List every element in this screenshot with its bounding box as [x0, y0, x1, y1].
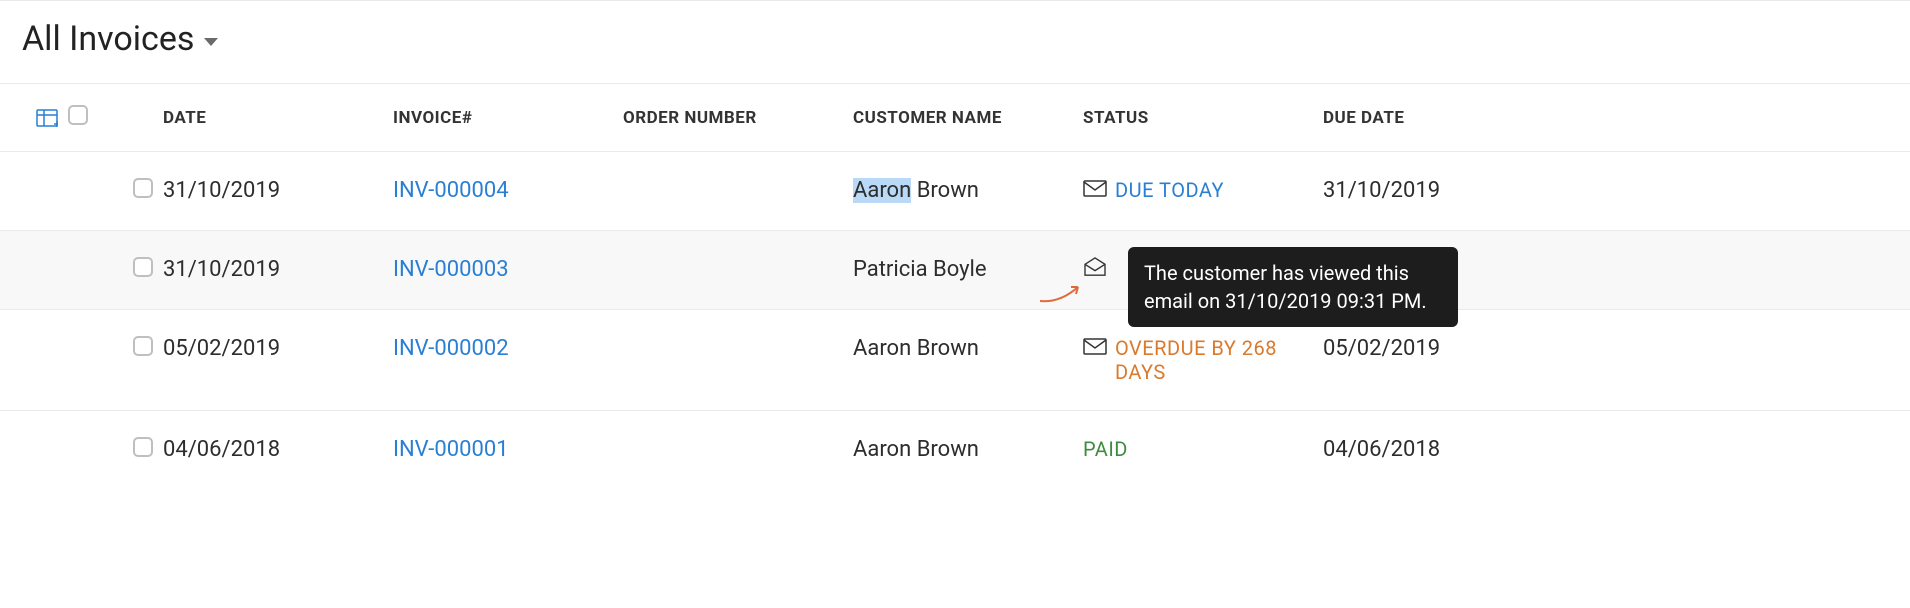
status-cell: OVERDUE BY 268 DAYS [1083, 336, 1313, 384]
cell-order [623, 231, 853, 310]
columns-icon [36, 109, 58, 127]
email-viewed-tooltip: The customer has viewed this email on 31… [1128, 247, 1458, 327]
col-due[interactable]: DUE DATE [1323, 84, 1910, 152]
table-row[interactable]: 04/06/2018 INV-000001 Aaron Brown PAID 0… [0, 411, 1910, 490]
cell-date: 31/10/2019 [163, 152, 393, 231]
col-date[interactable]: DATE [163, 84, 393, 152]
row-checkbox[interactable] [133, 178, 153, 198]
col-order[interactable]: ORDER NUMBER [623, 84, 853, 152]
status-cell: The customer has viewed this email on 31… [1083, 257, 1313, 277]
status-text: DUE TODAY [1115, 178, 1224, 202]
select-all-checkbox[interactable] [68, 105, 88, 125]
row-checkbox[interactable] [133, 437, 153, 457]
status-text: OVERDUE BY 268 DAYS [1115, 336, 1313, 384]
mail-open-icon[interactable] [1083, 257, 1107, 277]
col-customer[interactable]: CUSTOMER NAME [853, 84, 1083, 152]
select-all-header[interactable] [68, 84, 163, 152]
row-checkbox[interactable] [133, 336, 153, 356]
cell-order [623, 152, 853, 231]
invoice-link[interactable]: INV-000003 [393, 257, 509, 282]
page-header: All Invoices [0, 0, 1910, 83]
cell-date: 31/10/2019 [163, 231, 393, 310]
row-checkbox[interactable] [133, 257, 153, 277]
invoice-link[interactable]: INV-000002 [393, 336, 509, 361]
mail-closed-icon [1083, 178, 1107, 198]
table-row[interactable]: 31/10/2019 INV-000004 Aaron Brown DUE TO… [0, 152, 1910, 231]
column-settings-header[interactable] [0, 84, 68, 152]
cell-due: 04/06/2018 [1323, 411, 1910, 490]
status-text: PAID [1083, 437, 1128, 461]
cell-customer: Aaron Brown [853, 152, 1083, 231]
invoice-link[interactable]: INV-000004 [393, 178, 509, 203]
cell-customer: Aaron Brown [853, 310, 1083, 411]
table-row[interactable]: 05/02/2019 INV-000002 Aaron Brown OVERDU… [0, 310, 1910, 411]
table-header-row: DATE INVOICE# ORDER NUMBER CUSTOMER NAME… [0, 84, 1910, 152]
status-cell: PAID [1083, 437, 1313, 461]
col-invoice[interactable]: INVOICE# [393, 84, 623, 152]
page-title-dropdown[interactable]: All Invoices [22, 19, 218, 59]
cell-date: 04/06/2018 [163, 411, 393, 490]
cell-order [623, 310, 853, 411]
status-cell: DUE TODAY [1083, 178, 1313, 202]
table-row[interactable]: 31/10/2019 INV-000003 Patricia Boyle The… [0, 231, 1910, 310]
cell-order [623, 411, 853, 490]
cell-customer: Aaron Brown [853, 411, 1083, 490]
invoices-table: DATE INVOICE# ORDER NUMBER CUSTOMER NAME… [0, 83, 1910, 489]
page-title-text: All Invoices [22, 19, 194, 59]
mail-closed-icon [1083, 336, 1107, 356]
chevron-down-icon [204, 38, 218, 46]
customer-highlight: Aaron [853, 178, 911, 203]
cell-due: 31/10/2019 [1323, 152, 1910, 231]
pointer-arrow-icon [1038, 281, 1086, 305]
invoice-link[interactable]: INV-000001 [393, 437, 509, 462]
cell-date: 05/02/2019 [163, 310, 393, 411]
col-status[interactable]: STATUS [1083, 84, 1323, 152]
